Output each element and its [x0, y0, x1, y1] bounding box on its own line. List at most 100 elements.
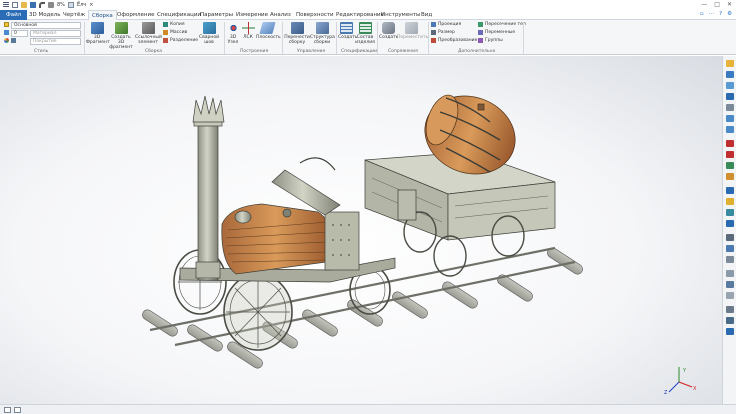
product-composition-button[interactable]: Состав изделия — [355, 22, 375, 45]
dimension-tool-icon[interactable] — [726, 245, 734, 252]
open-folder-icon[interactable] — [21, 1, 27, 8]
split-button[interactable]: Разделение — [163, 38, 198, 43]
zoom-icon[interactable] — [726, 71, 734, 78]
settings-view-icon[interactable] — [726, 292, 734, 299]
tab-specifications[interactable]: Спецификации — [157, 10, 201, 20]
properties-icon[interactable] — [726, 281, 734, 288]
section-icon[interactable] — [726, 140, 734, 147]
create-spec-button[interactable]: Создать — [338, 22, 357, 40]
move-mate-button[interactable]: Переместить — [397, 22, 428, 40]
projection-button[interactable]: Проекция — [431, 22, 461, 27]
create-fragment-label: Создать 3D фрагмент — [109, 35, 133, 50]
number-row — [4, 30, 9, 35]
create-mate-button[interactable]: Создать — [379, 22, 398, 40]
transform-button[interactable]: Преобразование — [431, 38, 477, 43]
tree-toggle-icon[interactable] — [14, 407, 21, 413]
menu-icon[interactable] — [3, 1, 9, 8]
rotate-icon[interactable] — [726, 93, 734, 100]
tab-design[interactable]: Оформление — [117, 10, 155, 20]
palette-icon — [4, 38, 9, 43]
quick-access-toolbar: 8% Ёлч × — [0, 1, 93, 8]
zoom-window-icon[interactable] — [726, 60, 734, 67]
weld-seam-button[interactable]: Сварной шов — [197, 22, 221, 45]
3d-fragment-button[interactable]: 3D Фрагмент — [86, 22, 110, 45]
tab-edit[interactable]: Редактирование — [336, 10, 384, 20]
sketch-icon[interactable] — [726, 306, 734, 313]
clipboard-icon[interactable] — [726, 270, 734, 277]
expand-icon[interactable]: ▫ — [700, 11, 704, 17]
maximize-button[interactable]: □ — [714, 1, 720, 8]
tab-tools[interactable]: Инструменты — [381, 10, 420, 20]
more-icon[interactable]: ⋯ — [709, 11, 715, 17]
lsk-button[interactable]: ЛСК — [241, 22, 255, 40]
select-icon[interactable] — [726, 328, 734, 335]
layers-icon[interactable] — [726, 162, 734, 169]
material-field[interactable]: Материал — [30, 30, 81, 37]
move-assembly-label: Перенести сборку — [284, 35, 310, 45]
lighting-icon[interactable] — [726, 198, 734, 205]
settings-icon[interactable]: ⚙ — [727, 11, 732, 17]
3d-node-label: 3D Узел — [227, 35, 239, 45]
zoom-in-icon[interactable] — [726, 115, 734, 122]
zoom-level[interactable]: 8% — [57, 2, 65, 8]
intersect-label: Пересечение тел — [485, 22, 526, 27]
reference-element-button[interactable]: Ссылочный элемент — [135, 22, 162, 45]
axis-z-label: Z — [664, 390, 668, 396]
help-icon[interactable]: ? — [719, 11, 722, 17]
shading-icon[interactable] — [726, 173, 734, 180]
display-mode-icon[interactable] — [726, 187, 734, 194]
view-cube-icon[interactable] — [726, 220, 734, 227]
document-tab-label[interactable]: Ёлч — [77, 2, 86, 8]
close-document-icon[interactable]: × — [89, 2, 93, 8]
plane-icon — [258, 22, 276, 34]
coating-field[interactable]: Покрытие — [30, 38, 81, 45]
array-button[interactable]: Массив — [163, 30, 187, 35]
create-fragment-button[interactable]: Создать 3D фрагмент — [108, 22, 134, 50]
tab-3d-model[interactable]: 3D Модель — [29, 10, 61, 20]
ribbon-tab-bar: Файл 3D Модель Чертёж Сборка Оформление … — [0, 10, 736, 21]
measure-icon[interactable] — [726, 234, 734, 241]
move-mate-icon — [404, 22, 418, 34]
save-icon[interactable] — [30, 1, 36, 8]
tab-drawing[interactable]: Чертёж — [63, 10, 85, 20]
product-composition-label: Состав изделия — [355, 35, 375, 45]
fit-all-icon[interactable] — [726, 104, 734, 111]
intersect-bodies-button[interactable]: Пересечение тел — [478, 22, 526, 27]
3d-node-button[interactable]: 3D Узел — [226, 22, 240, 45]
close-window-button[interactable]: ✕ — [727, 1, 732, 8]
groups-icon — [478, 38, 483, 43]
new-file-icon[interactable] — [12, 1, 18, 8]
status-bar — [0, 404, 736, 414]
groups-button[interactable]: Группы — [478, 38, 503, 43]
create-fragment-icon — [114, 22, 128, 34]
layer-select[interactable]: Основной — [11, 22, 81, 29]
orientation-icon[interactable] — [726, 151, 734, 158]
tab-surfaces[interactable]: Поверхности — [296, 10, 334, 20]
tab-parameters[interactable]: Параметры — [200, 10, 233, 20]
perspective-icon[interactable] — [726, 209, 734, 216]
move-assembly-icon — [290, 22, 304, 34]
variables-button[interactable]: Переменные — [478, 30, 515, 35]
array-label: Массив — [170, 30, 188, 35]
zoom-out-icon[interactable] — [726, 126, 734, 133]
assembly-structure-button[interactable]: Структура сборки — [310, 22, 335, 45]
tab-file[interactable]: Файл — [0, 10, 28, 20]
reference-element-icon — [141, 22, 155, 34]
tab-analysis[interactable]: Анализ — [270, 10, 291, 20]
layer-number-input[interactable]: 0 — [11, 30, 28, 37]
minimize-button[interactable]: — — [701, 1, 707, 8]
split-icon — [163, 38, 168, 43]
copy-button[interactable]: Копия — [163, 22, 185, 27]
print-icon[interactable] — [48, 1, 54, 8]
tab-view[interactable]: Вид — [421, 10, 432, 20]
3d-viewport[interactable]: Y X Z — [0, 56, 722, 408]
size-button[interactable]: Размер — [431, 30, 455, 35]
plane-button[interactable]: Плоскость — [256, 22, 281, 40]
filter-icon[interactable] — [726, 317, 734, 324]
move-assembly-button[interactable]: Перенести сборку — [284, 22, 310, 45]
tab-measure[interactable]: Измерение — [236, 10, 268, 20]
annotation-icon[interactable] — [726, 256, 734, 263]
undo-icon[interactable] — [39, 1, 45, 8]
panel-toggle-icon[interactable] — [4, 407, 11, 413]
pan-icon[interactable] — [726, 82, 734, 89]
